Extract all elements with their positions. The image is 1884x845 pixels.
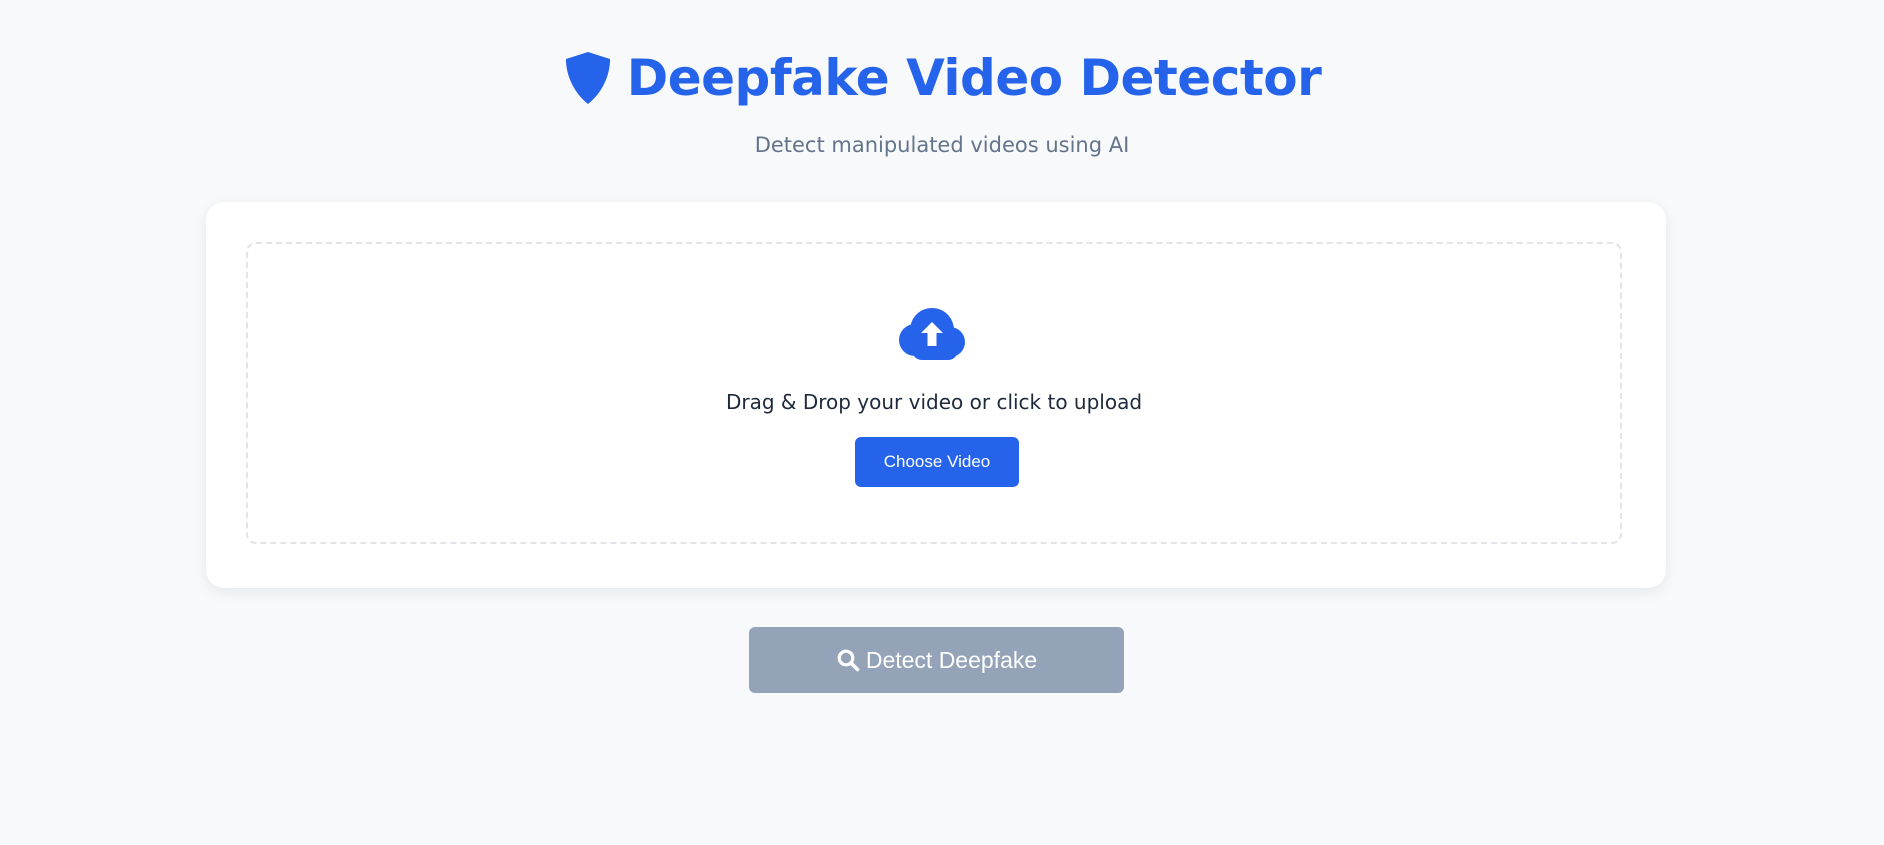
page-subtitle: Detect manipulated videos using AI	[754, 133, 1130, 157]
search-icon	[837, 649, 860, 672]
upload-card: Drag & Drop your video or click to uploa…	[206, 202, 1666, 588]
shield-icon	[565, 52, 610, 104]
upload-dropzone[interactable]: Drag & Drop your video or click to uploa…	[246, 242, 1622, 544]
page: Deepfake Video Detector Detect manipulat…	[0, 0, 1884, 845]
choose-video-button[interactable]: Choose Video	[855, 437, 1019, 487]
page-title: Deepfake Video Detector	[626, 49, 1322, 107]
upload-prompt: Drag & Drop your video or click to uploa…	[725, 390, 1143, 414]
detect-deepfake-label: Detect Deepfake	[865, 646, 1038, 673]
cloud-upload-icon	[899, 308, 965, 360]
page-header: Deepfake Video Detector	[0, 46, 1884, 110]
detect-deepfake-button[interactable]: Detect Deepfake	[749, 627, 1124, 693]
